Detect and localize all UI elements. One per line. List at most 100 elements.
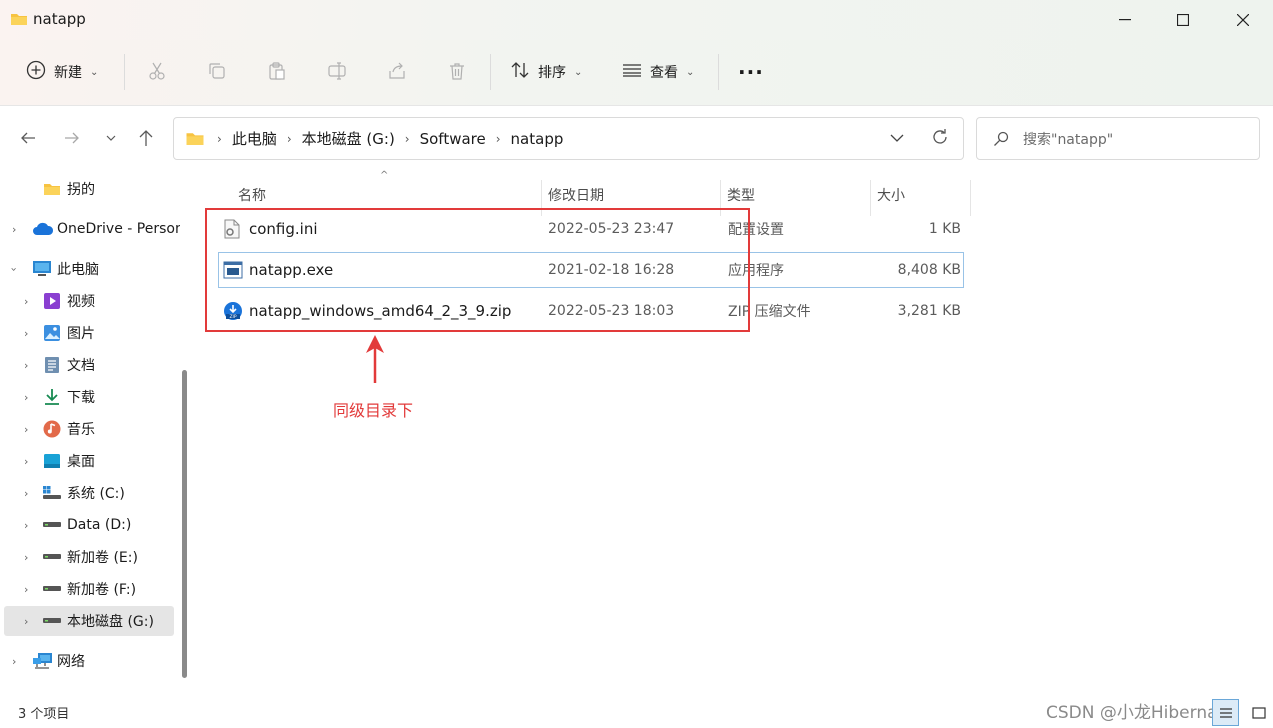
explorer-window: natapp 新建 ⌄ 排序 ⌄ 查看 ⌄ ··· › 此电脑 › 本地磁盘 (… (0, 0, 1273, 728)
sidebar-item-pinned-folder[interactable]: 拐的 (0, 174, 178, 204)
download-arrow-icon (43, 388, 61, 406)
sidebar-item-drive-c[interactable]: › 系统 (C:) (0, 478, 178, 508)
breadcrumb-separator-icon: › (217, 131, 222, 146)
chevron-down-icon: ⌄ (686, 66, 695, 78)
more-options-button[interactable]: ··· (738, 52, 764, 92)
up-arrow-icon[interactable] (132, 124, 160, 152)
maximize-button[interactable] (1154, 0, 1212, 40)
close-button[interactable] (1214, 0, 1272, 40)
file-name: natapp_windows_amd64_2_3_9.zip (249, 302, 512, 320)
address-history-chevron-icon[interactable] (890, 131, 904, 147)
sidebar-item-music[interactable]: › 音乐 (0, 414, 178, 444)
expand-chevron-icon[interactable]: › (12, 223, 16, 236)
file-size: 3,281 KB (897, 303, 961, 319)
file-row[interactable]: natapp.exe 2021-02-18 16:28 应用程序 8,408 K… (218, 252, 964, 288)
sidebar-item-label: 网络 (57, 654, 85, 670)
paste-icon[interactable] (264, 58, 290, 84)
address-bar[interactable]: › 此电脑 › 本地磁盘 (G:) › Software › natapp (173, 117, 964, 160)
expand-chevron-icon[interactable]: › (24, 327, 28, 340)
column-divider[interactable] (970, 180, 971, 216)
expand-chevron-icon[interactable]: › (24, 423, 28, 436)
chevron-down-icon: ⌄ (574, 66, 583, 78)
sidebar-item-downloads[interactable]: › 下载 (0, 382, 178, 412)
expand-chevron-icon[interactable]: › (24, 359, 28, 372)
toolbar-divider (718, 54, 719, 90)
sidebar-item-drive-e[interactable]: › 新加卷 (E:) (0, 542, 178, 572)
expand-chevron-icon[interactable]: › (12, 655, 16, 668)
sidebar-item-onedrive[interactable]: › OneDrive - Personal (0, 214, 180, 244)
breadcrumb-natapp[interactable]: natapp (511, 130, 564, 148)
file-size: 8,408 KB (897, 262, 961, 278)
copy-icon[interactable] (204, 58, 230, 84)
sidebar-item-label: 下载 (67, 390, 95, 406)
back-arrow-icon[interactable] (14, 124, 42, 152)
sidebar-item-documents[interactable]: › 文档 (0, 350, 178, 380)
command-bar: 新建 ⌄ 排序 ⌄ 查看 ⌄ ··· (0, 40, 1273, 106)
video-icon (43, 292, 61, 310)
large-icons-view-icon[interactable] (1245, 699, 1272, 726)
annotation-text: 同级目录下 (333, 401, 414, 420)
annotation-arrow-icon (366, 335, 384, 383)
details-view-icon[interactable] (1212, 699, 1239, 726)
file-row[interactable]: config.ini 2022-05-23 23:47 配置设置 1 KB (218, 211, 964, 247)
desktop-icon (43, 452, 61, 470)
expand-chevron-icon[interactable]: › (24, 551, 28, 564)
sidebar-item-drive-f[interactable]: › 新加卷 (F:) (0, 574, 178, 604)
status-item-count: 3 个项目 (18, 707, 70, 722)
sidebar-item-label: 此电脑 (57, 262, 99, 278)
forward-arrow-icon[interactable] (58, 124, 86, 152)
cut-icon[interactable] (144, 58, 170, 84)
sidebar-item-label: 本地磁盘 (G:) (67, 614, 154, 630)
sidebar-item-drive-d[interactable]: › Data (D:) (0, 510, 178, 540)
column-header-label: 名称 (238, 188, 266, 204)
pictures-icon (43, 324, 61, 342)
breadcrumb-separator-icon: › (495, 131, 501, 146)
expand-chevron-icon[interactable]: › (24, 519, 28, 532)
expand-chevron-icon[interactable]: › (24, 583, 28, 596)
window-title: natapp (33, 10, 86, 28)
file-date: 2021-02-18 16:28 (548, 262, 675, 278)
file-date: 2022-05-23 23:47 (548, 221, 675, 237)
expand-chevron-icon[interactable]: › (24, 295, 28, 308)
delete-icon[interactable] (444, 58, 470, 84)
collapse-chevron-icon[interactable]: › (8, 267, 21, 271)
watermark: CSDN @小龙Hibernate (1046, 703, 1235, 723)
file-row[interactable]: ZIP natapp_windows_amd64_2_3_9.zip 2022-… (218, 293, 964, 329)
sidebar-item-label: 新加卷 (E:) (67, 550, 138, 566)
sidebar-item-label: 文档 (67, 358, 95, 374)
sidebar-item-videos[interactable]: › 视频 (0, 286, 178, 316)
expand-chevron-icon[interactable]: › (24, 391, 28, 404)
expand-chevron-icon[interactable]: › (24, 487, 28, 500)
search-box[interactable]: 搜索"natapp" (976, 117, 1260, 160)
minimize-button[interactable] (1096, 0, 1154, 40)
sort-button[interactable]: 排序 ⌄ (510, 52, 582, 92)
expand-chevron-icon[interactable]: › (24, 455, 28, 468)
recent-locations-chevron-icon[interactable] (97, 124, 125, 152)
sidebar-item-label: 系统 (C:) (67, 486, 125, 502)
sidebar-scrollbar[interactable] (182, 370, 187, 678)
refresh-icon[interactable] (931, 128, 949, 150)
file-name: natapp.exe (249, 261, 334, 279)
rename-icon[interactable] (324, 58, 350, 84)
column-header-size[interactable]: 大小 (877, 178, 905, 212)
expand-chevron-icon[interactable]: › (24, 615, 28, 628)
sidebar-item-this-pc[interactable]: › 此电脑 (0, 254, 178, 284)
file-list: ^ 名称 修改日期 类型 大小 config.ini 2022-05-23 23… (196, 170, 1273, 690)
new-button[interactable]: 新建 ⌄ (26, 52, 98, 92)
sidebar-item-label: 桌面 (67, 454, 95, 470)
column-header-date[interactable]: 修改日期 (548, 178, 604, 212)
column-header-type[interactable]: 类型 (727, 178, 755, 212)
search-icon (993, 131, 1009, 147)
onedrive-cloud-icon (32, 220, 54, 238)
sidebar-item-label: 音乐 (67, 422, 95, 438)
view-button[interactable]: 查看 ⌄ (622, 52, 694, 92)
sidebar-item-pictures[interactable]: › 图片 (0, 318, 178, 348)
share-icon[interactable] (384, 58, 410, 84)
sidebar-item-desktop[interactable]: › 桌面 (0, 446, 178, 476)
sidebar-item-drive-g[interactable]: › 本地磁盘 (G:) (4, 606, 174, 636)
sidebar-item-network[interactable]: › 网络 (0, 646, 178, 676)
breadcrumb-drive-g[interactable]: 本地磁盘 (G:) (302, 128, 395, 149)
breadcrumb-software[interactable]: Software (420, 130, 486, 148)
column-header-name[interactable]: 名称 (238, 178, 266, 212)
breadcrumb-this-pc[interactable]: 此电脑 (232, 128, 277, 149)
